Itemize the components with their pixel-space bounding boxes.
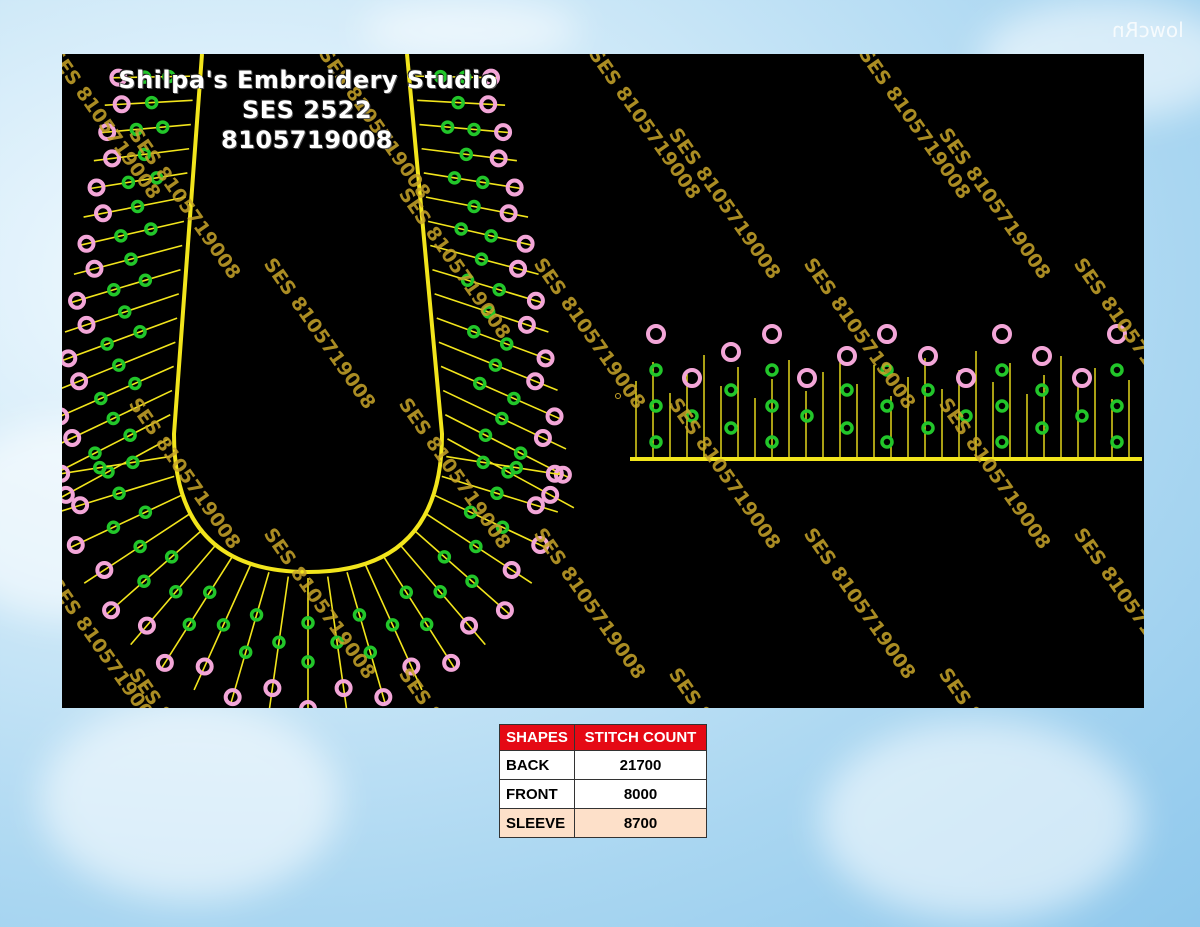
- bead-dot: [724, 421, 738, 435]
- stitch-ray: [83, 512, 192, 584]
- stitch-count: 21700: [574, 750, 707, 780]
- bead-dot: [800, 409, 814, 423]
- stitch-ray: [440, 365, 563, 421]
- bead-dot: [995, 399, 1009, 413]
- bead-dot: [880, 435, 894, 449]
- shape-name: SLEEVE: [499, 808, 575, 838]
- stitch-count: 8000: [574, 779, 707, 809]
- bead-dot: [995, 435, 1009, 449]
- bead-dot: [921, 421, 935, 435]
- stitch-ray: [104, 528, 204, 617]
- stitch-ray: [69, 268, 181, 304]
- table-row: FRONT 8000: [499, 779, 707, 809]
- bead-dot: [840, 383, 854, 397]
- bead-dot: [765, 363, 779, 377]
- bead-dot: [995, 363, 1009, 377]
- stitch-count: 8700: [574, 808, 707, 838]
- bead-dot: [1035, 421, 1049, 435]
- shape-name: FRONT: [499, 779, 575, 809]
- stitch-ray: [382, 555, 457, 671]
- sequin-ring: [837, 346, 857, 366]
- sequin-ring: [1072, 368, 1092, 388]
- sequin-ring: [918, 346, 938, 366]
- bead-dot: [1110, 435, 1124, 449]
- bead-dot: [649, 363, 663, 377]
- sequin-ring: [62, 407, 70, 426]
- shape-name: BACK: [499, 750, 575, 780]
- studio-name: Shilpa's Embroidery Studio: [118, 66, 498, 94]
- design-code: SES 2522: [241, 96, 373, 124]
- bead-dot: [921, 383, 935, 397]
- stitch-ray: [159, 555, 234, 671]
- bead-dot: [840, 421, 854, 435]
- stitch-ray: [62, 341, 176, 390]
- table-row: SLEEVE 8700: [499, 808, 707, 838]
- stitch-count-header: STITCH COUNT: [574, 724, 707, 751]
- sequin-ring: [1032, 346, 1052, 366]
- stitch-ray: [438, 341, 558, 392]
- bead-dot: [1035, 383, 1049, 397]
- embroidery-design-canvas: SES 8105719008 SES 8105719008 SES 81057190…: [62, 54, 1144, 708]
- sequin-ring: [762, 324, 782, 344]
- bead-dot: [724, 383, 738, 397]
- bead-dot: [880, 399, 894, 413]
- shapes-header: SHAPES: [499, 724, 575, 751]
- studio-phone: 8105719008: [221, 126, 393, 154]
- sequin-ring: [877, 324, 897, 344]
- table-header-row: SHAPES STITCH COUNT: [499, 724, 707, 751]
- sequin-ring: [721, 342, 741, 362]
- stitch-ray: [229, 572, 270, 706]
- sequin-ring: [797, 368, 817, 388]
- sequin-ring: [992, 324, 1012, 344]
- table-row: BACK 21700: [499, 750, 707, 780]
- stitch-ray: [62, 455, 170, 475]
- sequin-ring: [956, 368, 976, 388]
- bead-dot: [649, 399, 663, 413]
- bead-dot: [1110, 399, 1124, 413]
- brand-logo-mark: lowcRn: [1112, 18, 1184, 42]
- bead-dot: [1110, 363, 1124, 377]
- sequin-ring: [646, 324, 666, 344]
- bead-dot: [1075, 409, 1089, 423]
- bead-dot: [649, 435, 663, 449]
- stitch-count-table: SHAPES STITCH COUNT BACK 21700 FRONT 800…: [499, 724, 707, 838]
